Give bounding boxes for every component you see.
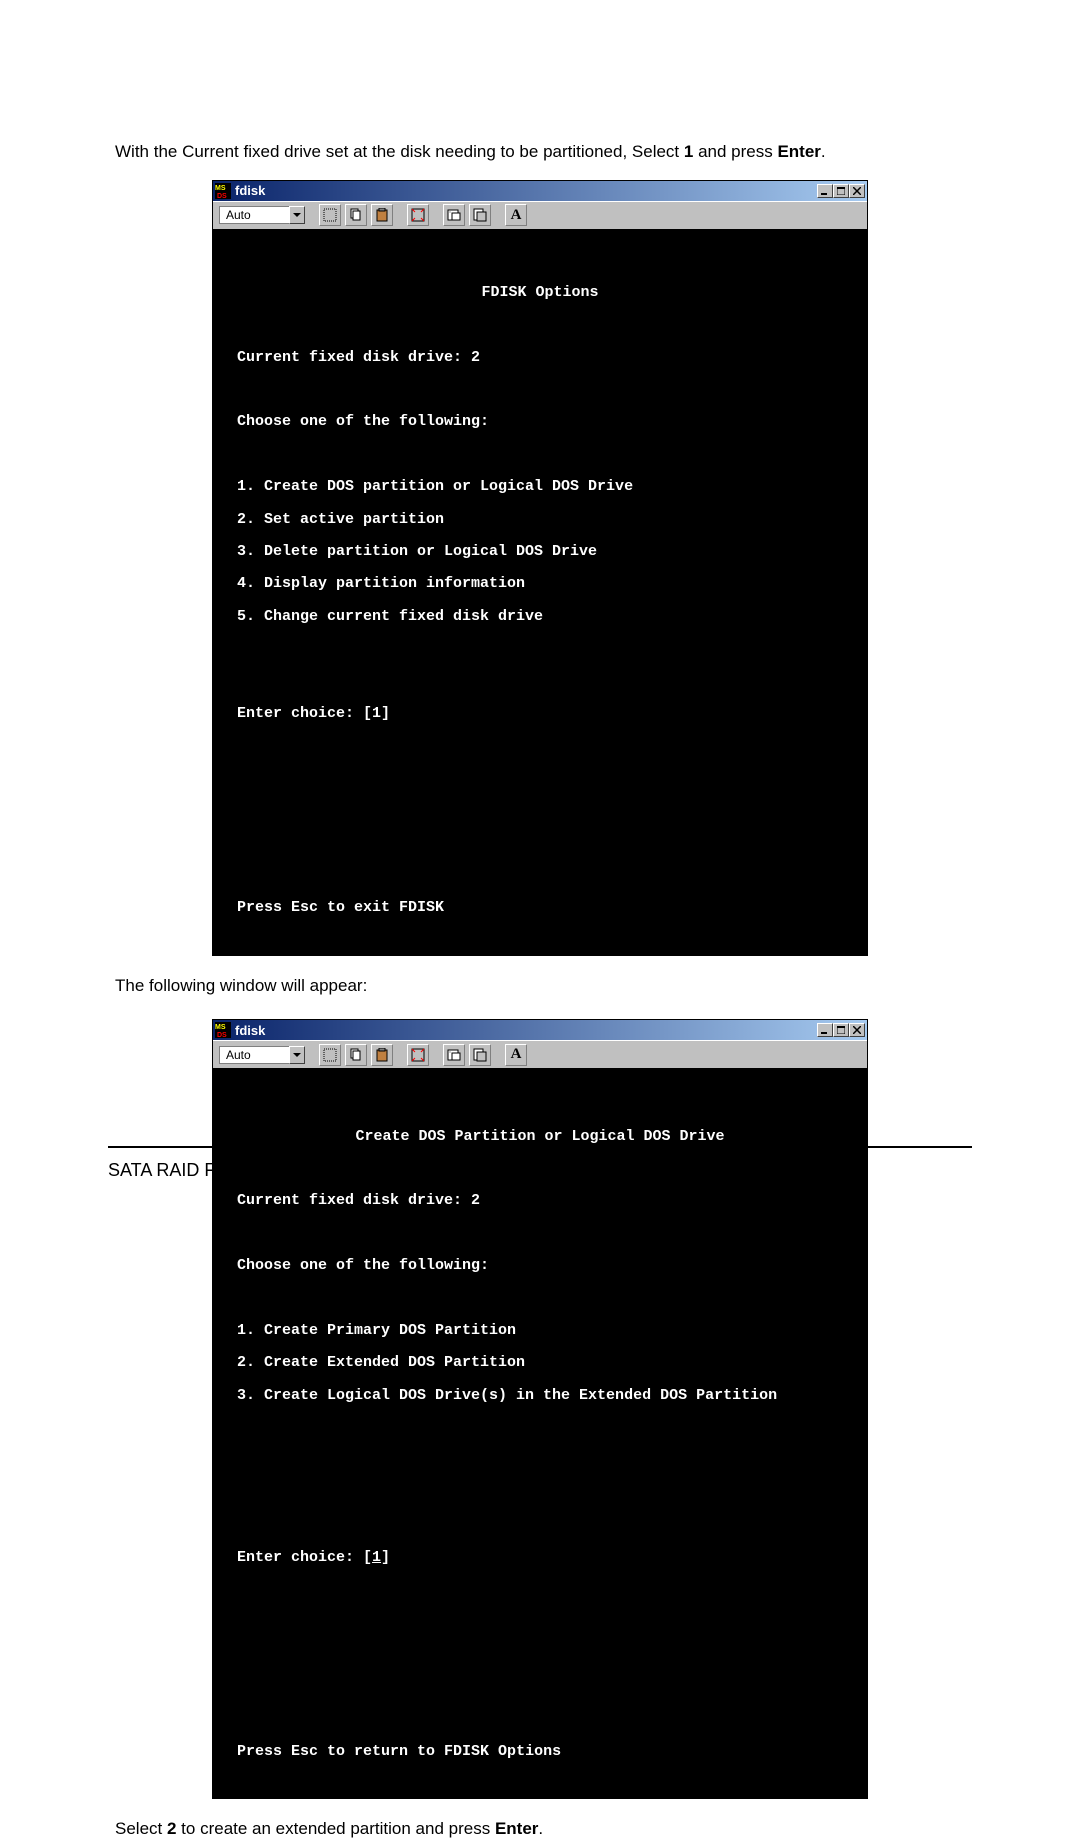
outro-bold1: 2 <box>167 1819 176 1838</box>
fdisk-window-1: MSDS fdisk Auto A F <box>212 180 868 956</box>
window-title: fdisk <box>235 1023 817 1038</box>
dos-enter-choice: Enter choice: [1] <box>237 1550 843 1566</box>
svg-text:DS: DS <box>217 193 227 199</box>
window-control-buttons <box>817 1023 865 1037</box>
minimize-button[interactable] <box>817 1023 833 1037</box>
dos-option-2: 2. Set active partition <box>237 512 843 528</box>
combo-value: Auto <box>219 1046 289 1064</box>
maximize-button[interactable] <box>833 184 849 198</box>
window-title: fdisk <box>235 183 817 198</box>
background-button[interactable] <box>469 1044 491 1066</box>
close-button[interactable] <box>849 184 865 198</box>
intro-suffix: . <box>821 142 826 161</box>
close-button[interactable] <box>849 1023 865 1037</box>
document-page: With the Current fixed drive set at the … <box>0 0 1080 1841</box>
font-button[interactable]: A <box>505 1044 527 1066</box>
dos-current-drive: Current fixed disk drive: 2 <box>237 350 843 366</box>
msdos-icon: MSDS <box>215 183 231 199</box>
mark-button[interactable] <box>319 1044 341 1066</box>
dos-option-4: 4. Display partition information <box>237 576 843 592</box>
toolbar: Auto A <box>213 1040 867 1068</box>
intro-mid: and press <box>693 142 777 161</box>
copy-button[interactable] <box>345 204 367 226</box>
dos-enter-choice: Enter choice: [1] <box>237 706 843 722</box>
size-combo[interactable]: Auto <box>219 205 305 225</box>
intro-prefix: With the Current fixed drive set at the … <box>115 142 684 161</box>
dos-heading: Create DOS Partition or Logical DOS Driv… <box>237 1129 843 1145</box>
combo-dropdown-button[interactable] <box>289 206 305 224</box>
fullscreen-button[interactable] <box>407 1044 429 1066</box>
dos-choose: Choose one of the following: <box>237 414 843 430</box>
maximize-button[interactable] <box>833 1023 849 1037</box>
svg-text:DS: DS <box>217 1032 227 1038</box>
font-button[interactable]: A <box>505 204 527 226</box>
msdos-icon: MSDS <box>215 1022 231 1038</box>
dos-choose: Choose one of the following: <box>237 1258 843 1274</box>
window-control-buttons <box>817 184 865 198</box>
properties-button[interactable] <box>443 204 465 226</box>
outro-mid: to create an extended partition and pres… <box>176 1819 494 1838</box>
paste-button[interactable] <box>371 204 393 226</box>
combo-value: Auto <box>219 206 289 224</box>
background-button[interactable] <box>469 204 491 226</box>
minimize-button[interactable] <box>817 184 833 198</box>
dos-current-drive: Current fixed disk drive: 2 <box>237 1193 843 1209</box>
outro-paragraph: Select 2 to create an extended partition… <box>115 1817 965 1841</box>
dos-option-2: 2. Create Extended DOS Partition <box>237 1355 843 1371</box>
svg-text:MS: MS <box>215 185 226 192</box>
toolbar: Auto A <box>213 201 867 229</box>
page-number: 17 <box>0 1160 1080 1181</box>
dos-option-5: 5. Change current fixed disk drive <box>237 609 843 625</box>
paste-button[interactable] <box>371 1044 393 1066</box>
properties-button[interactable] <box>443 1044 465 1066</box>
titlebar[interactable]: MSDS fdisk <box>213 181 867 201</box>
svg-text:MS: MS <box>215 1024 226 1031</box>
fdisk-window-2: MSDS fdisk Auto A C <box>212 1019 868 1799</box>
font-button-label: A <box>511 207 522 224</box>
dos-esc-line: Press Esc to exit FDISK <box>237 900 843 916</box>
intro-bold2: Enter <box>777 142 820 161</box>
dos-screen-1[interactable]: FDISK Options Current fixed disk drive: … <box>213 229 867 955</box>
mark-button[interactable] <box>319 204 341 226</box>
between-paragraph: The following window will appear: <box>115 974 965 998</box>
dos-option-3: 3. Delete partition or Logical DOS Drive <box>237 544 843 560</box>
intro-paragraph: With the Current fixed drive set at the … <box>115 140 965 164</box>
font-button-label: A <box>511 1046 522 1063</box>
dos-esc-line: Press Esc to return to FDISK Options <box>237 1744 843 1760</box>
outro-prefix: Select <box>115 1819 167 1838</box>
dos-heading: FDISK Options <box>237 285 843 301</box>
dos-option-1: 1. Create Primary DOS Partition <box>237 1323 843 1339</box>
outro-bold2: Enter <box>495 1819 538 1838</box>
fullscreen-button[interactable] <box>407 204 429 226</box>
copy-button[interactable] <box>345 1044 367 1066</box>
dos-option-1: 1. Create DOS partition or Logical DOS D… <box>237 479 843 495</box>
titlebar[interactable]: MSDS fdisk <box>213 1020 867 1040</box>
combo-dropdown-button[interactable] <box>289 1046 305 1064</box>
outro-suffix: . <box>538 1819 543 1838</box>
size-combo[interactable]: Auto <box>219 1045 305 1065</box>
dos-option-3: 3. Create Logical DOS Drive(s) in the Ex… <box>237 1388 843 1404</box>
footer-rule <box>108 1146 972 1148</box>
intro-bold1: 1 <box>684 142 693 161</box>
